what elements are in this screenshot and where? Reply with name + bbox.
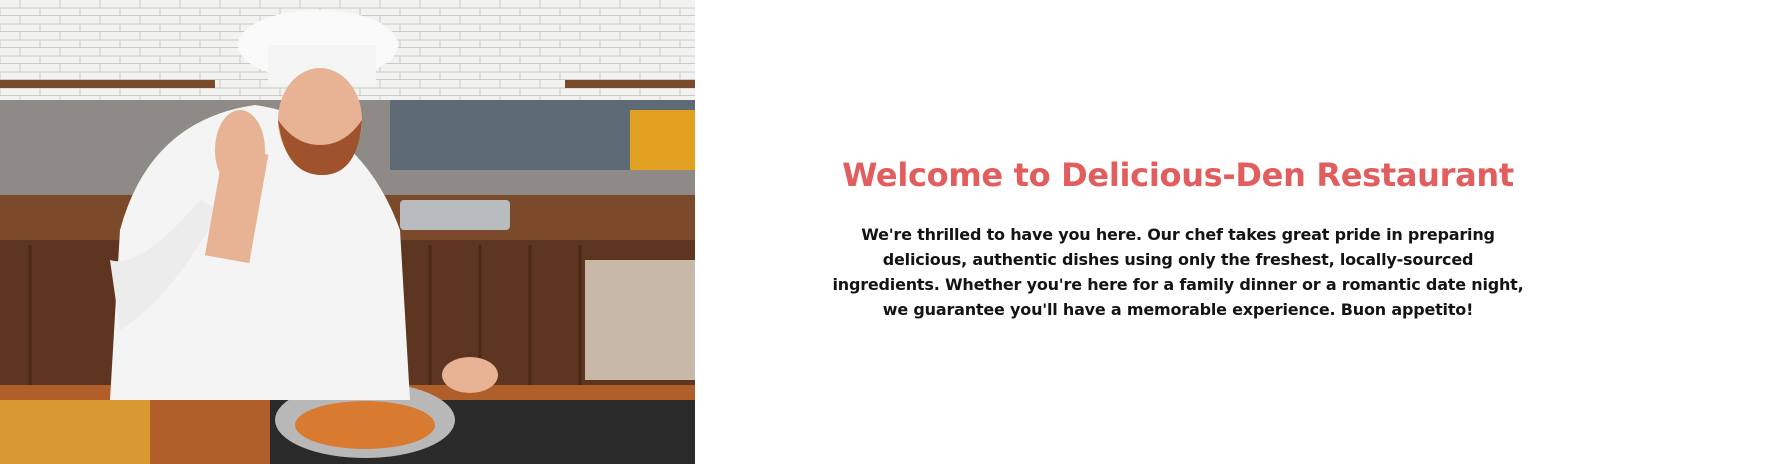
welcome-text: We're thrilled to have you here. Our che… [832,225,1524,319]
welcome-section: Welcome to Delicious-Den Restaurant We'r… [830,150,1526,322]
page-title: Welcome to Delicious-Den Restaurant [842,156,1514,194]
chef-photo [0,0,695,464]
